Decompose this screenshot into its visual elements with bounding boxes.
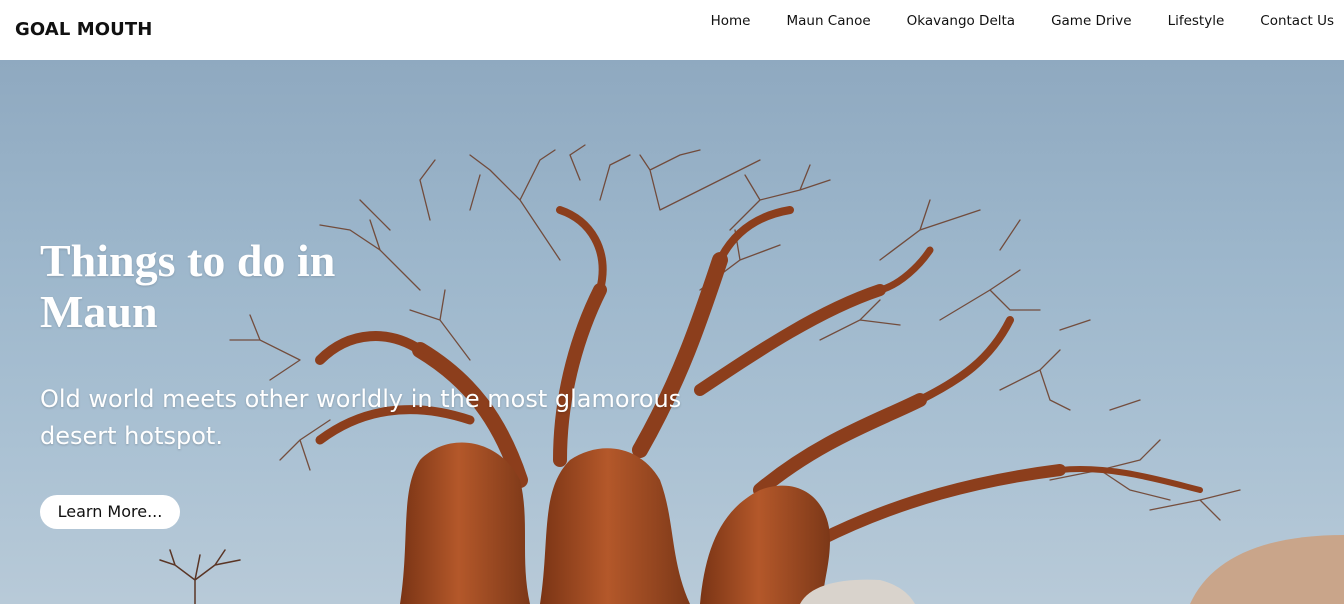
nav-link-lifestyle[interactable]: Lifestyle [1149,12,1242,30]
hero-title: Things to do in Maun [40,235,336,337]
hero-banner: Things to do in Maun Old world meets oth… [0,60,1344,604]
main-nav: Home Maun Canoe Okavango Delta Game Driv… [692,12,1334,30]
nav-link-game-drive[interactable]: Game Drive [1032,12,1148,30]
nav-link-okavango-delta[interactable]: Okavango Delta [888,12,1032,30]
nav-link-home[interactable]: Home [692,12,768,30]
top-navbar: GOAL MOUTH Home Maun Canoe Okavango Delt… [0,0,1344,60]
nav-link-maun-canoe[interactable]: Maun Canoe [767,12,887,30]
nav-link-contact-us[interactable]: Contact Us [1241,12,1334,30]
site-logo-text[interactable]: GOAL MOUTH [15,19,152,40]
learn-more-button[interactable]: Learn More... [40,495,180,529]
hero-subtitle: Old world meets other worldly in the mos… [40,385,682,450]
